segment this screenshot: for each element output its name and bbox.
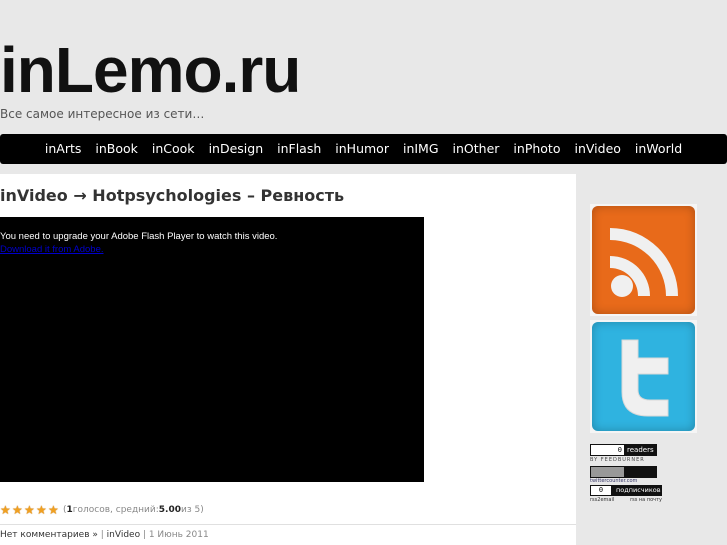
rss-subscribers-counter[interactable]: 0 подписчиков rss2email rss на почту	[590, 485, 662, 505]
nav-item-inother[interactable]: inOther	[446, 134, 507, 164]
rss-subscribers-count: 0	[591, 486, 611, 495]
divider	[0, 524, 576, 525]
comments-link[interactable]: Нет комментариев »	[0, 530, 98, 540]
twitter-t-icon	[621, 339, 669, 417]
category-link[interactable]: inVideo	[107, 530, 140, 540]
nav-item-invideo[interactable]: inVideo	[567, 134, 627, 164]
rss-icon	[610, 228, 678, 297]
star-icon[interactable]: ★	[24, 504, 36, 516]
feedburner-count: 0	[591, 445, 624, 455]
twitter-pillow-body	[592, 322, 695, 431]
post-rating: ★ ★ ★ ★ ★ (1 голосов, средний: 5.00 из 5…	[0, 504, 204, 516]
nav-item-indesign[interactable]: inDesign	[202, 134, 271, 164]
rss2email-label: rss2email	[590, 497, 615, 503]
nav-item-inbook[interactable]: inBook	[88, 134, 145, 164]
rating-out-of: из 5)	[181, 505, 204, 515]
rss-subscribers-label: подписчиков	[616, 486, 661, 494]
nav-item-inhumor[interactable]: inHumor	[328, 134, 396, 164]
meta-separator: |	[97, 530, 107, 540]
twittercounter-badge[interactable]: twittercounter.com	[590, 466, 657, 484]
nav-item-incook[interactable]: inCook	[145, 134, 202, 164]
video-player[interactable]: You need to upgrade your Adobe Flash Pla…	[0, 217, 424, 482]
star-icon[interactable]: ★	[36, 504, 48, 516]
site-tagline: Все самое интересное из сети…	[0, 107, 205, 121]
feedburner-label: readers	[627, 446, 654, 454]
main-nav: inArts inBook inCook inDesign inFlash in…	[0, 134, 727, 164]
rating-votes-text: голосов, средний:	[72, 505, 159, 515]
post-title[interactable]: inVideo → Hotpsychologies – Ревность	[0, 186, 344, 205]
feedburner-by: BY FEEDBURNER	[590, 457, 645, 463]
rss-pillow-body	[592, 206, 695, 314]
star-icon[interactable]: ★	[12, 504, 24, 516]
nav-item-inflash[interactable]: inFlash	[270, 134, 328, 164]
nav-item-inarts[interactable]: inArts	[38, 134, 89, 164]
rating-stars[interactable]: ★ ★ ★ ★ ★	[0, 504, 60, 516]
flash-upgrade-message: You need to upgrade your Adobe Flash Pla…	[0, 231, 278, 242]
rating-average: 5.00	[158, 505, 182, 515]
rss-to-email-label: rss на почту	[630, 497, 662, 503]
twitter-pillow-icon[interactable]	[590, 320, 697, 433]
nav-item-inimg[interactable]: inIMG	[396, 134, 446, 164]
post-date: 1 Июнь 2011	[148, 530, 209, 540]
star-icon[interactable]: ★	[48, 504, 60, 516]
download-flash-link[interactable]: Download it from Adobe.	[0, 244, 104, 255]
meta-separator: |	[140, 530, 149, 540]
twittercounter-count	[591, 467, 624, 477]
twittercounter-by: twittercounter.com	[590, 478, 638, 484]
rss-pillow-icon[interactable]	[590, 204, 697, 316]
feedburner-counter[interactable]: 0 readers BY FEEDBURNER	[590, 444, 657, 464]
star-icon[interactable]: ★	[0, 504, 12, 516]
post-content: inVideo → Hotpsychologies – Ревность You…	[0, 174, 576, 545]
nav-item-inworld[interactable]: inWorld	[628, 134, 689, 164]
site-title[interactable]: inLemo.ru	[0, 30, 301, 110]
post-meta: Нет комментариев » | inVideo | 1 Июнь 20…	[0, 530, 209, 540]
nav-item-inphoto[interactable]: inPhoto	[506, 134, 567, 164]
